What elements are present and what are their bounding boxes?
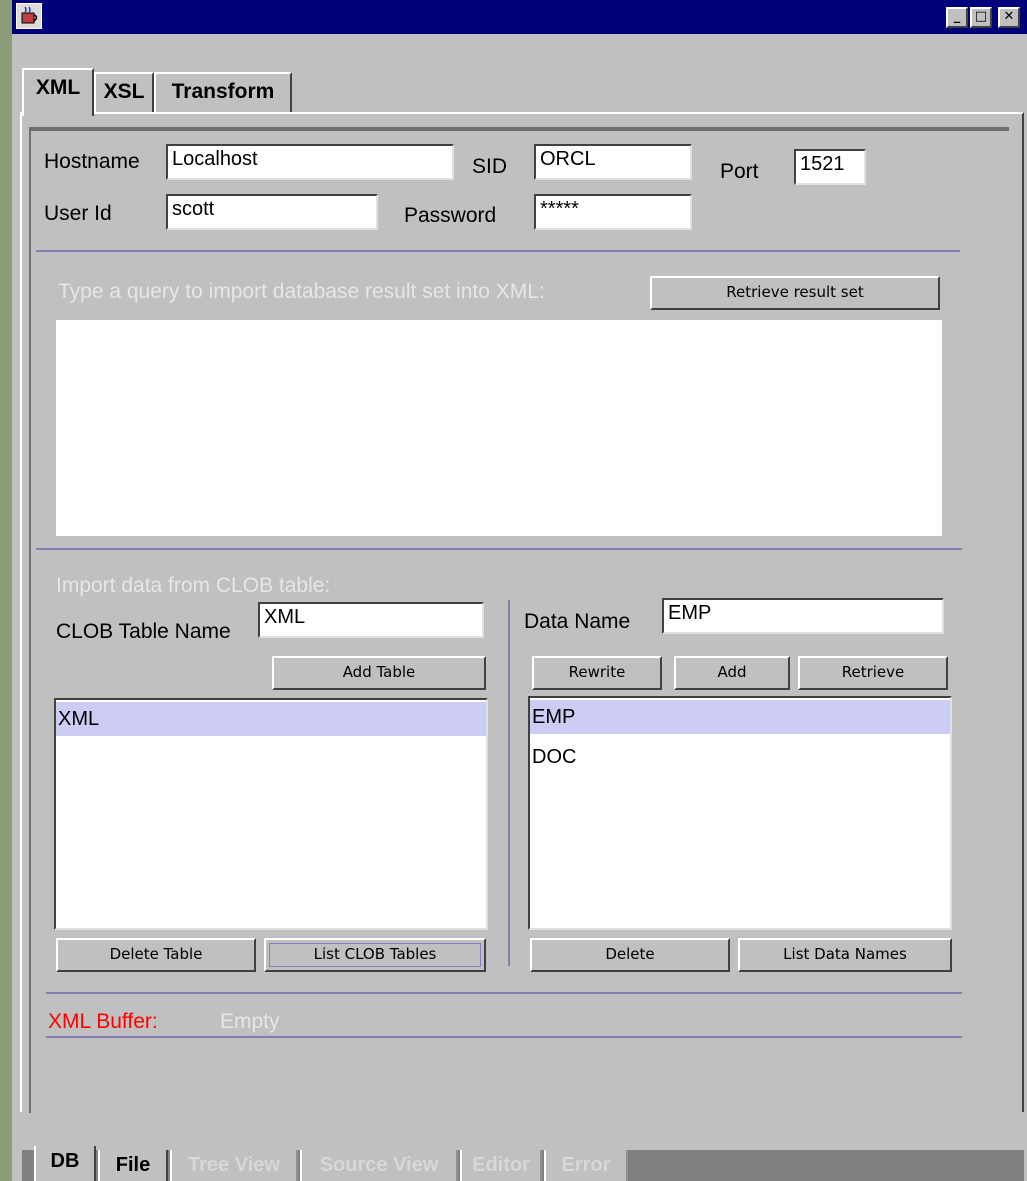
separator (36, 548, 962, 550)
data-names-list[interactable]: EMP DOC (528, 696, 952, 930)
tab-xsl[interactable]: XSL (94, 72, 154, 112)
xml-buffer-status: Empty (220, 1010, 280, 1033)
clob-table-name-input[interactable]: XML (258, 602, 484, 638)
clob-table-list[interactable]: XML (54, 698, 488, 930)
desktop-edge (0, 0, 12, 1181)
list-item[interactable]: EMP (530, 700, 950, 734)
tab-editor[interactable]: Editor (460, 1150, 542, 1181)
hostname-label: Hostname (44, 150, 140, 173)
tab-source-view[interactable]: Source View (300, 1150, 458, 1181)
xml-buffer-label: XML Buffer: (48, 1010, 158, 1033)
tab-tree-view[interactable]: Tree View (170, 1150, 298, 1181)
userid-input[interactable]: scott (166, 194, 378, 230)
tab-xml[interactable]: XML (22, 68, 94, 116)
add-button[interactable]: Add (674, 656, 790, 690)
tab-error[interactable]: Error (544, 1150, 628, 1181)
close-button[interactable]: ✕ (998, 7, 1020, 28)
rewrite-button[interactable]: Rewrite (532, 656, 662, 690)
data-name-input[interactable]: EMP (662, 598, 944, 634)
title-bar[interactable]: _ □ ✕ (12, 0, 1027, 34)
separator (46, 1036, 962, 1038)
minimize-button[interactable]: _ (946, 7, 968, 28)
list-clob-tables-button[interactable]: List CLOB Tables (264, 938, 486, 972)
delete-table-button[interactable]: Delete Table (56, 938, 256, 972)
divider (508, 600, 510, 966)
tab-transform[interactable]: Transform (154, 72, 292, 112)
list-data-names-button[interactable]: List Data Names (738, 938, 952, 972)
java-coffee-cup-icon[interactable] (16, 3, 42, 29)
separator (46, 992, 962, 994)
maximize-button[interactable]: □ (970, 7, 992, 28)
password-input[interactable]: ***** (534, 194, 692, 230)
add-table-button[interactable]: Add Table (272, 656, 486, 690)
sid-label: SID (472, 155, 508, 178)
separator (36, 250, 960, 252)
tab-db[interactable]: DB (34, 1146, 96, 1181)
hostname-input[interactable]: Localhost (166, 144, 454, 180)
tab-file[interactable]: File (98, 1150, 168, 1181)
clob-section-label: Import data from CLOB table: (56, 574, 331, 597)
port-label: Port (720, 160, 759, 183)
retrieve-result-set-button[interactable]: Retrieve result set (650, 276, 940, 310)
list-item[interactable]: XML (56, 702, 486, 736)
query-textarea[interactable] (56, 320, 942, 536)
delete-button[interactable]: Delete (530, 938, 730, 972)
data-name-label: Data Name (524, 610, 631, 633)
password-label: Password (404, 204, 497, 227)
retrieve-button[interactable]: Retrieve (798, 656, 948, 690)
port-input[interactable]: 1521 (794, 149, 866, 185)
clob-table-name-label: CLOB Table Name (56, 620, 231, 643)
list-item[interactable]: DOC (530, 740, 950, 774)
sid-input[interactable]: ORCL (534, 144, 692, 180)
query-prompt: Type a query to import database result s… (58, 280, 545, 303)
userid-label: User Id (44, 202, 112, 225)
